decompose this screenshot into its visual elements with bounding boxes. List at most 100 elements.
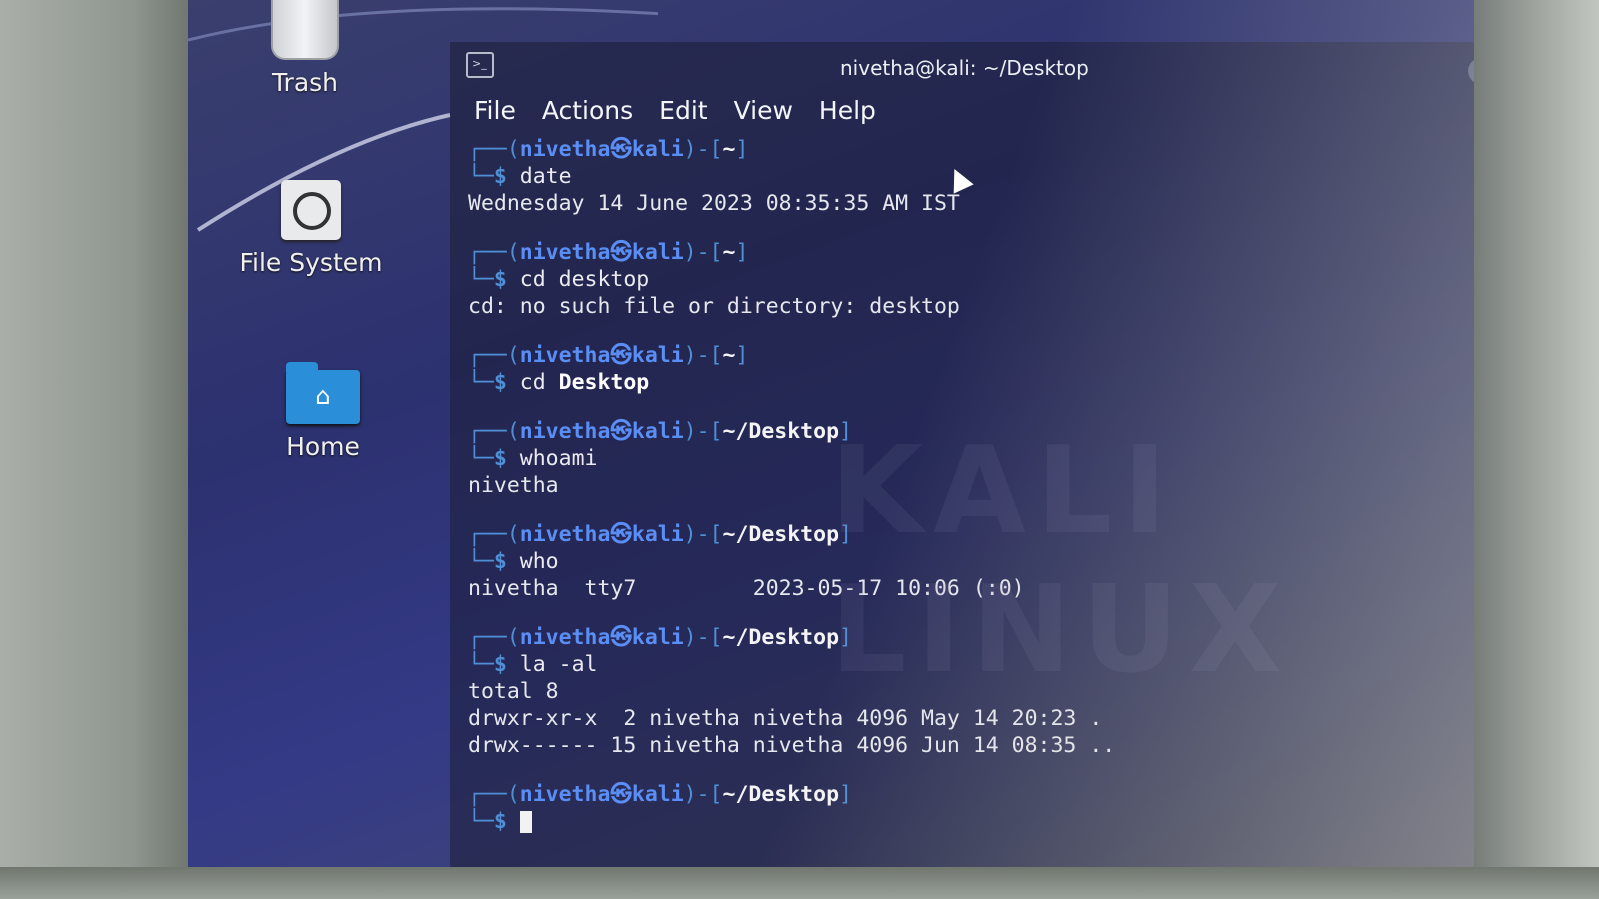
trash-icon: [271, 0, 339, 60]
prompt-open: ┌──(: [468, 419, 520, 444]
prompt-close: ]: [735, 343, 749, 368]
output-line: drwx------ 15 nivetha nivetha 4096 Jun 1…: [468, 733, 1116, 758]
prompt-open: ┌──(: [468, 137, 520, 162]
monitor-bezel-right: [1459, 0, 1599, 899]
prompt-dollar: $: [493, 809, 507, 834]
prompt-block: ┌──(nivetha㉿kali)-[~/Desktop] └─$ la -al t…: [468, 624, 1474, 759]
command-text: date: [519, 164, 572, 189]
prompt-path: ~: [722, 137, 736, 162]
command-text: who: [519, 549, 559, 574]
prompt-path: ~: [722, 240, 736, 265]
terminal-icon: >_: [466, 52, 494, 78]
prompt-block: ┌──(nivetha㉿kali)-[~] └─$ date Wednesday 1…: [468, 136, 1474, 217]
monitor-bezel-left: [0, 0, 190, 899]
prompt-corner: └─: [468, 549, 494, 574]
prompt-dollar: $: [493, 267, 507, 292]
prompt-path: ~/Desktop: [722, 782, 840, 807]
prompt-user-host: nivetha㉿kali: [519, 137, 684, 162]
prompt-path: ~/Desktop: [722, 625, 840, 650]
prompt-mid: )-[: [683, 625, 723, 650]
prompt-user-host: nivetha㉿kali: [519, 522, 684, 547]
command-line: └─$: [468, 808, 1474, 835]
prompt-dollar: $: [493, 370, 507, 395]
prompt-mid: )-[: [683, 419, 723, 444]
window-title: nivetha@kali: ~/Desktop: [840, 56, 1089, 80]
prompt-corner: └─: [468, 809, 494, 834]
output-line: drwxr-xr-x 2 nivetha nivetha 4096 May 14…: [468, 706, 1103, 731]
command-line: └─$ la -al: [468, 651, 1474, 678]
command-line: └─$ cd Desktop: [468, 369, 1474, 396]
prompt-corner: └─: [468, 446, 494, 471]
desktop-icon-trash[interactable]: Trash: [230, 0, 380, 97]
command-arg: Desktop: [558, 370, 650, 395]
command-line: └─$ who: [468, 548, 1474, 575]
command-line: └─$ whoami: [468, 445, 1474, 472]
prompt-dollar: $: [493, 164, 507, 189]
prompt-block: ┌──(nivetha㉿kali)-[~/Desktop] └─$ whoami n…: [468, 418, 1474, 499]
menu-help[interactable]: Help: [819, 96, 876, 125]
drive-icon: [281, 180, 341, 240]
menu-edit[interactable]: Edit: [659, 96, 707, 125]
output-line: nivetha tty7 2023-05-17 10:06 (:0): [468, 576, 1025, 601]
prompt-user-host: nivetha㉿kali: [519, 625, 684, 650]
prompt-mid: )-[: [683, 240, 723, 265]
prompt-corner: └─: [468, 370, 494, 395]
prompt-line: ┌──(nivetha㉿kali)-[~/Desktop]: [468, 418, 1474, 445]
prompt-mid: )-[: [683, 782, 723, 807]
terminal-output[interactable]: ┌──(nivetha㉿kali)-[~] └─$ date Wednesday 1…: [450, 130, 1474, 835]
prompt-line: ┌──(nivetha㉿kali)-[~]: [468, 136, 1474, 163]
window-titlebar[interactable]: >_ nivetha@kali: ~/Desktop ×: [450, 42, 1474, 90]
command-text: la -al: [519, 652, 598, 677]
monitor-bezel-bottom: [0, 867, 1599, 899]
command-text: cd desktop: [519, 267, 650, 292]
prompt-close: ]: [839, 625, 852, 650]
prompt-dollar: $: [493, 652, 507, 677]
prompt-path: ~/Desktop: [722, 522, 840, 547]
prompt-block: ┌──(nivetha㉿kali)-[~] └─$ cd desktop cd: n…: [468, 239, 1474, 320]
prompt-close: ]: [839, 522, 852, 547]
prompt-close: ]: [735, 240, 749, 265]
desktop-icon-label: Trash: [271, 68, 339, 97]
prompt-user-host: nivetha㉿kali: [519, 240, 684, 265]
prompt-block: ┌──(nivetha㉿kali)-[~/Desktop] └─$: [468, 781, 1474, 835]
prompt-user-host: nivetha㉿kali: [519, 419, 684, 444]
prompt-line: ┌──(nivetha㉿kali)-[~/Desktop]: [468, 624, 1474, 651]
prompt-open: ┌──(: [468, 782, 520, 807]
prompt-close: ]: [735, 137, 749, 162]
prompt-mid: )-[: [683, 343, 723, 368]
prompt-path: ~/Desktop: [722, 419, 840, 444]
prompt-path: ~: [722, 343, 736, 368]
output-line: Wednesday 14 June 2023 08:35:35 AM IST: [468, 191, 960, 216]
prompt-line: ┌──(nivetha㉿kali)-[~/Desktop]: [468, 781, 1474, 808]
prompt-close: ]: [839, 782, 852, 807]
close-icon[interactable]: ×: [1468, 58, 1474, 84]
prompt-corner: └─: [468, 164, 494, 189]
menu-view[interactable]: View: [734, 96, 793, 125]
prompt-corner: └─: [468, 267, 494, 292]
output-line: total 8: [468, 679, 559, 704]
desktop-icon-home[interactable]: ⌂ Home: [248, 362, 398, 461]
command-text: whoami: [519, 446, 598, 471]
prompt-block: ┌──(nivetha㉿kali)-[~/Desktop] └─$ who nive…: [468, 521, 1474, 602]
prompt-line: ┌──(nivetha㉿kali)-[~]: [468, 239, 1474, 266]
prompt-mid: )-[: [683, 522, 723, 547]
prompt-dollar: $: [493, 549, 507, 574]
prompt-close: ]: [839, 419, 852, 444]
prompt-open: ┌──(: [468, 522, 520, 547]
menu-actions[interactable]: Actions: [542, 96, 633, 125]
menu-file[interactable]: File: [474, 96, 516, 125]
prompt-open: ┌──(: [468, 625, 520, 650]
desktop-icon-label: File System: [239, 248, 383, 277]
prompt-dollar: $: [493, 446, 507, 471]
desktop-icon-file-system[interactable]: File System: [236, 180, 386, 277]
prompt-mid: )-[: [683, 137, 723, 162]
prompt-line: ┌──(nivetha㉿kali)-[~/Desktop]: [468, 521, 1474, 548]
prompt-user-host: nivetha㉿kali: [519, 343, 684, 368]
home-folder-icon: ⌂: [286, 362, 360, 424]
desktop-icon-label: Home: [286, 432, 360, 461]
menu-bar: File Actions Edit View Help: [450, 90, 1474, 130]
cursor: [519, 811, 532, 833]
output-line: nivetha: [468, 473, 559, 498]
terminal-window[interactable]: KALI LINUX >_ nivetha@kali: ~/Desktop × …: [450, 42, 1474, 878]
command-line: └─$ date: [468, 163, 1474, 190]
